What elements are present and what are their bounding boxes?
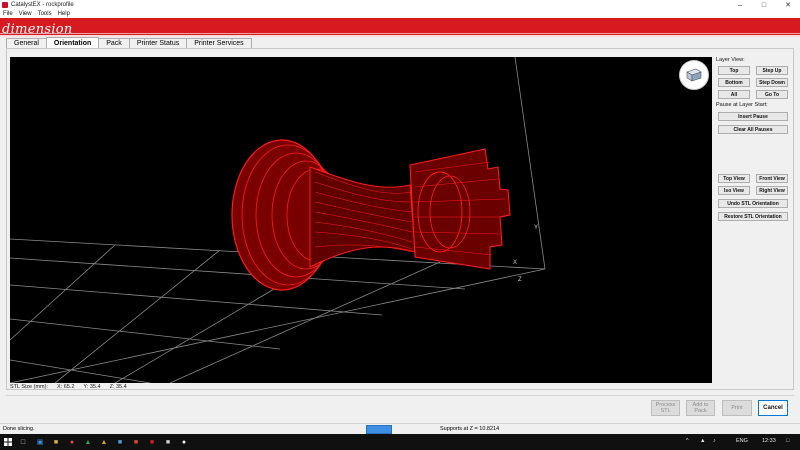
menu-tools[interactable]: Tools <box>38 11 52 17</box>
menu-help[interactable]: Help <box>58 11 70 17</box>
stl-size-z: Z: 35.4 <box>109 384 127 390</box>
footer-divider <box>6 395 794 396</box>
tab-strip: General Orientation Pack Printer Status … <box>6 37 252 48</box>
status-bar: Done slicing. Supports at Z = 10.8214 <box>0 423 800 434</box>
app-blue-icon[interactable]: ■ <box>115 437 125 447</box>
progress-bar <box>366 425 392 434</box>
app-icon <box>2 2 8 8</box>
stl-size-x: X: 65.2 <box>57 384 75 390</box>
start-icon[interactable] <box>3 437 13 447</box>
insert-pause-button[interactable]: Insert Pause <box>718 112 788 121</box>
layer-view-label: Layer View: <box>716 57 745 63</box>
window-title: CatalystEX - rockprofile <box>11 2 74 8</box>
notifications-icon[interactable]: □ <box>786 438 789 444</box>
app-green-icon[interactable]: ▲ <box>83 437 93 447</box>
layer-bottom-button[interactable]: Bottom <box>718 78 750 87</box>
view-cube-icon[interactable] <box>679 60 709 90</box>
brand-banner: dimension <box>0 18 800 37</box>
tab-pack[interactable]: Pack <box>98 38 130 48</box>
right-view-button[interactable]: Right View <box>756 186 788 195</box>
top-view-button[interactable]: Top View <box>718 174 750 183</box>
maximize-icon[interactable]: □ <box>752 0 776 10</box>
network-icon[interactable]: ▲ <box>700 438 705 444</box>
front-view-button[interactable]: Front View <box>756 174 788 183</box>
tray-chevron-icon[interactable]: ^ <box>686 438 689 444</box>
folder-icon[interactable]: ■ <box>51 437 61 447</box>
banner-stripe <box>0 33 800 34</box>
file-explorer-icon[interactable]: ▣ <box>35 437 45 447</box>
menu-view[interactable]: View <box>19 11 32 17</box>
tab-orientation[interactable]: Orientation <box>45 37 100 48</box>
chrome-icon[interactable]: ● <box>67 437 77 447</box>
tab-printer-services[interactable]: Printer Services <box>186 38 252 48</box>
add-to-pack-button[interactable]: Add to Pack <box>686 400 715 416</box>
language-indicator[interactable]: ENG <box>736 438 748 444</box>
clear-all-pauses-button[interactable]: Clear All Pauses <box>718 125 788 134</box>
cube-glyph <box>686 68 702 82</box>
step-down-button[interactable]: Step Down <box>756 78 788 87</box>
supports-status: Supports at Z = 10.8214 <box>440 426 500 432</box>
step-up-button[interactable]: Step Up <box>756 66 788 75</box>
model-viewport[interactable]: X Y Z <box>10 57 712 383</box>
process-stl-button[interactable]: Process STL <box>651 400 680 416</box>
axis-x-label: X <box>513 260 517 266</box>
print-button[interactable]: Print <box>722 400 752 416</box>
app-grey-icon[interactable]: ■ <box>163 437 173 447</box>
rook-model <box>231 139 511 291</box>
layer-top-button[interactable]: Top <box>718 66 750 75</box>
close-icon[interactable]: ✕ <box>776 0 800 10</box>
stl-size-readout: STL Size (mm): X: 65.2 Y: 35.4 Z: 35.4 <box>10 384 136 392</box>
task-view-icon[interactable]: □ <box>18 437 28 447</box>
layer-all-button[interactable]: All <box>718 90 750 99</box>
axis-z-label: Z <box>518 277 522 283</box>
stl-size-y: Y: 35.4 <box>83 384 101 390</box>
catalystex-taskbar-icon[interactable]: ■ <box>147 437 157 447</box>
stl-size-label: STL Size (mm): <box>10 384 48 390</box>
undo-stl-orientation-button[interactable]: Undo STL Orientation <box>718 199 788 208</box>
menu-bar: File View Tools Help <box>0 10 800 18</box>
tab-general[interactable]: General <box>6 38 47 48</box>
go-to-button[interactable]: Go To <box>756 90 788 99</box>
minimize-icon[interactable]: – <box>728 0 752 10</box>
axis-y-label: Y <box>534 225 538 231</box>
clock[interactable]: 12:33 <box>762 438 776 444</box>
window-controls: – □ ✕ <box>728 0 800 10</box>
app-white-icon[interactable]: ● <box>179 437 189 447</box>
tab-printer-status[interactable]: Printer Status <box>128 38 188 48</box>
windows-taskbar: □ ▣ ■ ● ▲ ▲ ■ ■ ■ ■ ● ^ ▲ ♪ ENG 12:33 □ <box>0 434 800 450</box>
iso-view-button[interactable]: Iso View <box>718 186 750 195</box>
restore-stl-orientation-button[interactable]: Restore STL Orientation <box>718 212 788 221</box>
title-bar: CatalystEX - rockprofile – □ ✕ <box>0 0 800 10</box>
banner-stripe <box>0 35 800 37</box>
app-yellow-icon[interactable]: ▲ <box>99 437 109 447</box>
app-red-icon[interactable]: ■ <box>131 437 141 447</box>
viewport-canvas: X Y Z <box>10 57 546 383</box>
volume-icon[interactable]: ♪ <box>713 438 716 444</box>
status-message: Done slicing. <box>3 426 35 432</box>
pause-at-layer-label: Pause at Layer Start: <box>716 102 768 108</box>
menu-file[interactable]: File <box>3 11 13 17</box>
cancel-button[interactable]: Cancel <box>758 400 788 416</box>
